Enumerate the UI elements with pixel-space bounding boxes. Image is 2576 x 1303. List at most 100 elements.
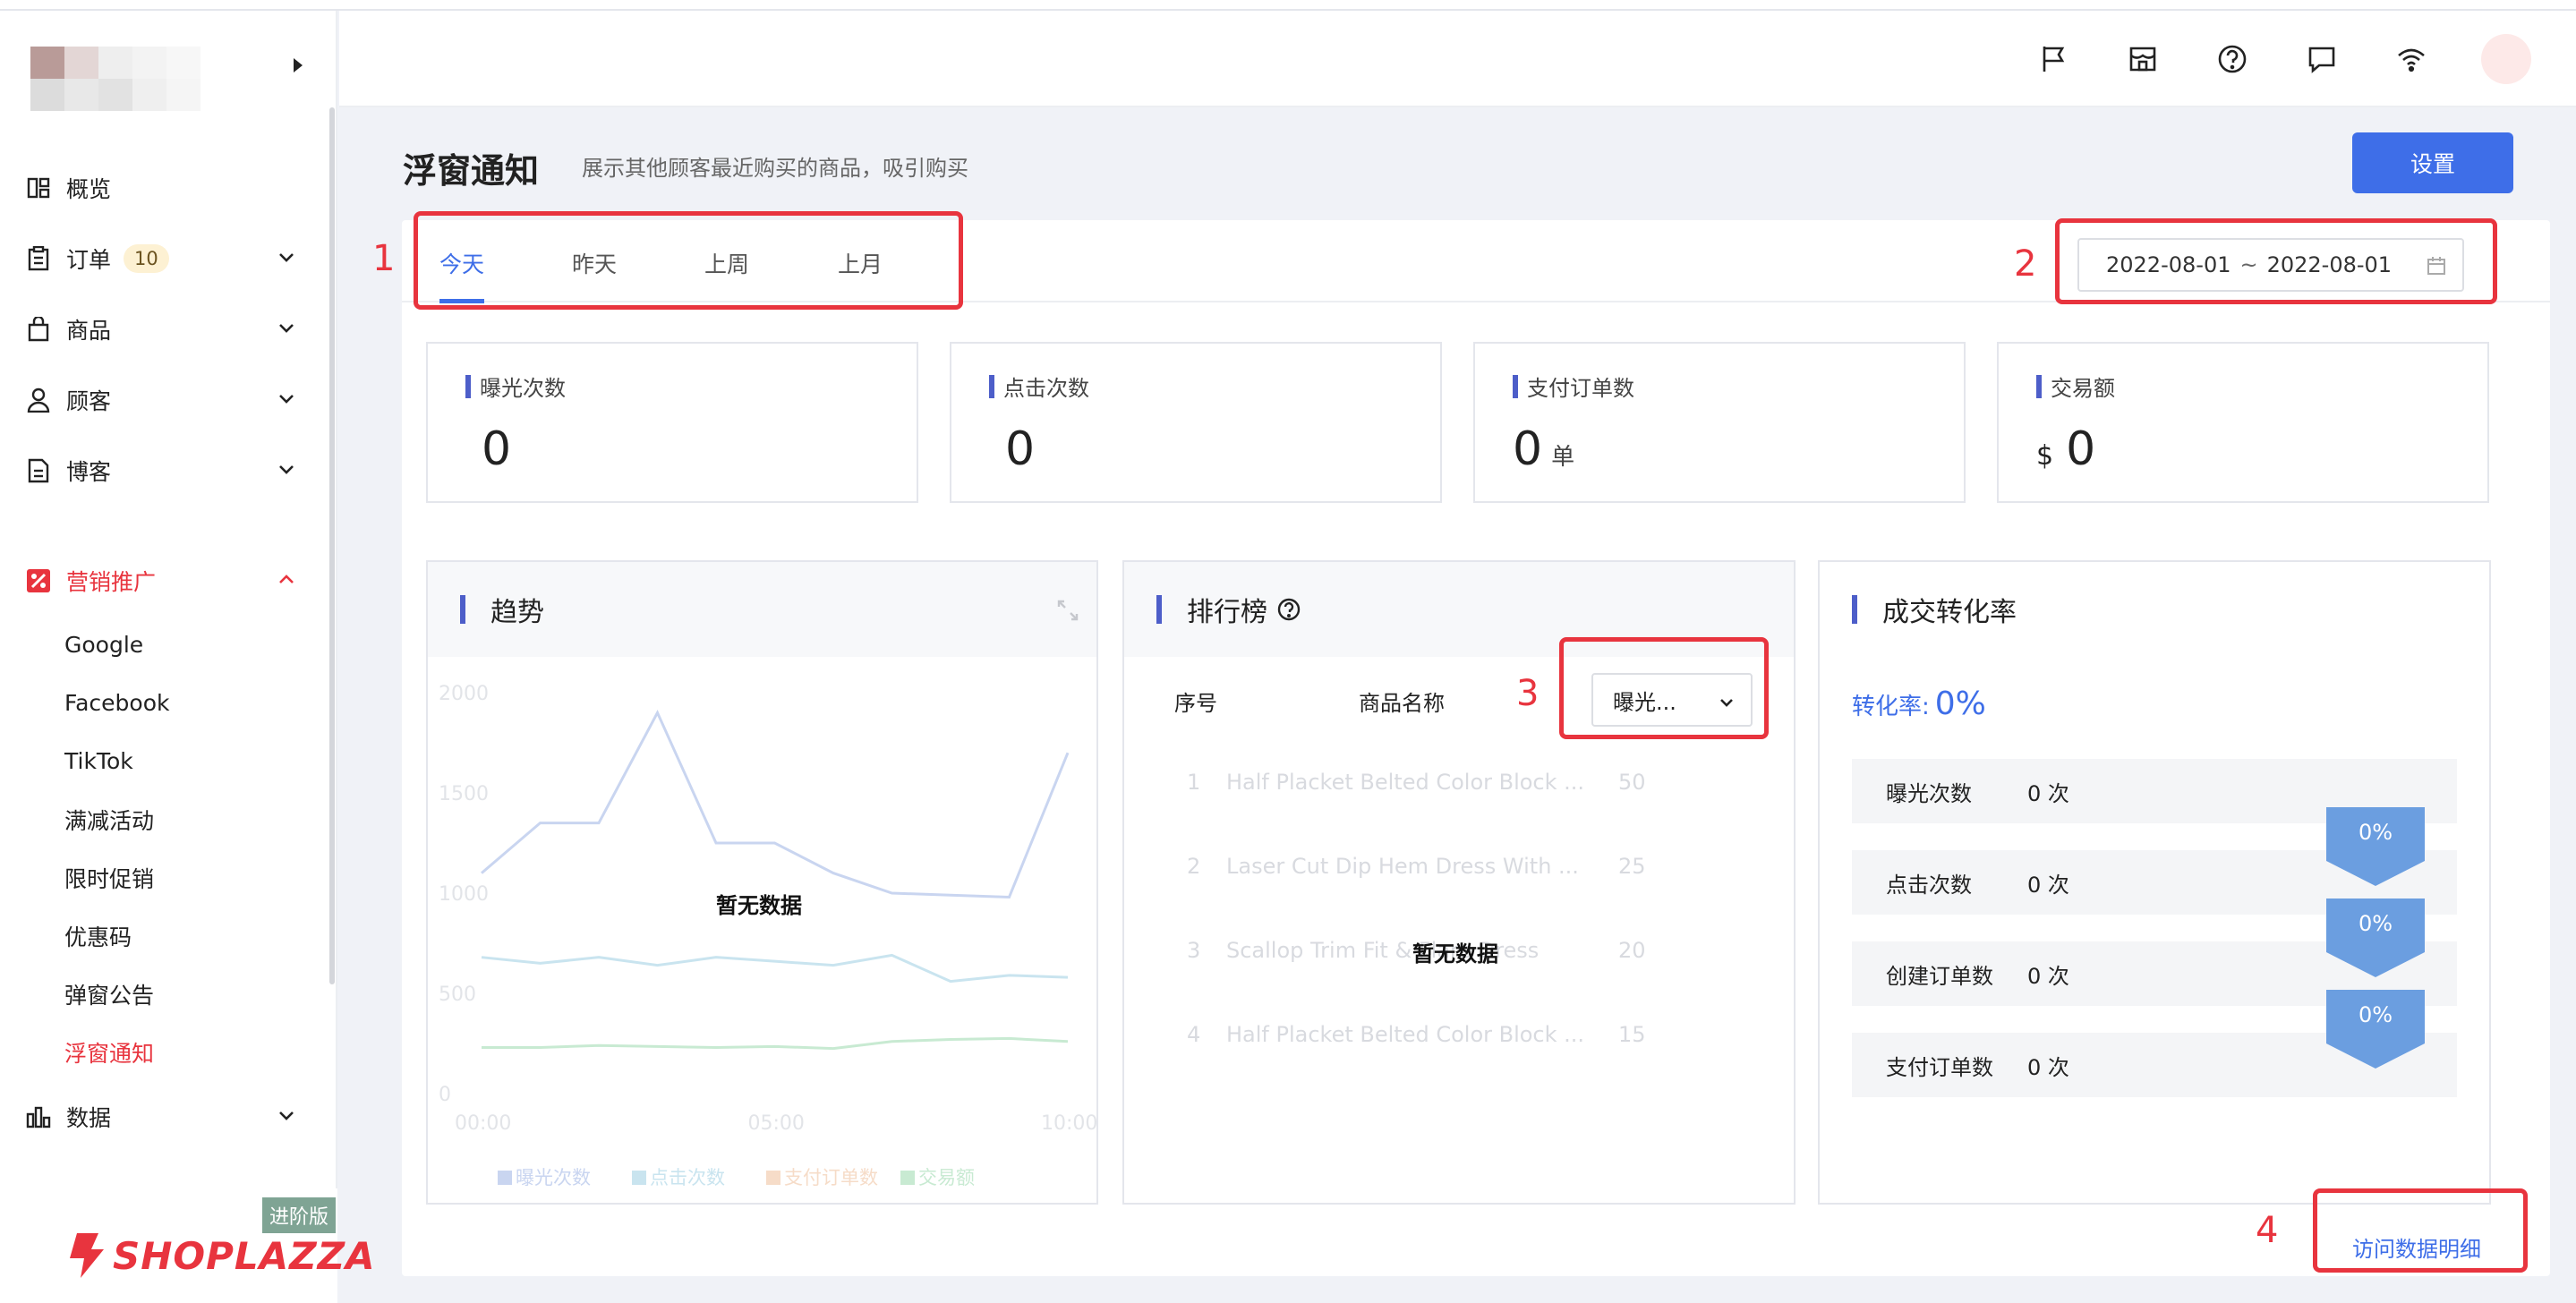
nav-divider-space [0, 506, 329, 545]
conversion-rate: 转化率: 0% [1852, 686, 1986, 722]
table-row: 1 Half Placket Belted Color Block ... 50 [1187, 770, 1646, 795]
panel-title: 趋势 [428, 562, 1096, 657]
orders-count-badge: 10 [124, 243, 169, 273]
sidebar-sub-discount-campaign[interactable]: 满减活动 [0, 790, 329, 848]
sidebar-item-overview[interactable]: 概览 [0, 152, 329, 223]
column-header-index: 序号 [1174, 691, 1217, 716]
flag-icon[interactable] [2037, 43, 2069, 75]
sidebar-sub-facebook[interactable]: Facebook [0, 674, 329, 732]
top-header [339, 11, 2576, 107]
stat-label: 支付订单数 [1513, 370, 1634, 402]
stat-card-revenue: 交易额 $0 [1997, 342, 2489, 503]
brand-name: SHOPLAZZA [113, 1233, 376, 1278]
funnel-arrow: 0% [2326, 898, 2425, 977]
settings-button[interactable]: 设置 [2352, 132, 2513, 193]
marketing-icon [25, 567, 52, 594]
sidebar-item-orders[interactable]: 订单 10 [0, 223, 329, 294]
sidebar-sub-flash-sale[interactable]: 限时促销 [0, 848, 329, 907]
sidebar-item-products[interactable]: 商品 [0, 294, 329, 364]
sidebar-item-label: 概览 [66, 175, 112, 202]
brand-logo: SHOPLAZZA [64, 1231, 376, 1280]
annotation-box-1 [414, 211, 963, 310]
help-icon[interactable] [1276, 597, 1301, 622]
expand-icon[interactable] [1055, 598, 1080, 623]
user-avatar[interactable] [2481, 34, 2531, 84]
sidebar-item-label: 营销推广 [66, 568, 157, 595]
table-row: 2 Laser Cut Dip Hem Dress With ... 25 [1187, 854, 1646, 879]
page-title: 浮窗通知 [403, 151, 540, 191]
stat-label: 交易额 [2036, 370, 2115, 402]
product-icon [25, 316, 52, 343]
legend-swatch [900, 1171, 915, 1185]
store-switch-arrow-icon[interactable] [290, 55, 306, 75]
annotation-box-3 [1559, 637, 1769, 739]
stat-value: 0单 [1513, 422, 1575, 476]
store-icon[interactable] [2127, 43, 2159, 75]
chevron-down-icon[interactable] [276, 318, 297, 339]
stat-card-exposures: 曝光次数 0 [426, 342, 918, 503]
chevron-down-icon[interactable] [276, 1105, 297, 1127]
x-tick-label: 05:00 [748, 1112, 805, 1135]
sidebar-sub-popup-notice[interactable]: 弹窗公告 [0, 965, 329, 1023]
sidebar-nav: 概览 订单 10 商品 顾客 博客 营销推广 Google Facebook T… [0, 152, 329, 1152]
annotation-number-1: 1 [372, 238, 396, 279]
sidebar: 概览 订单 10 商品 顾客 博客 营销推广 Google Facebook T… [0, 11, 375, 1303]
stat-unit: 单 [1551, 444, 1575, 471]
blog-icon [25, 457, 52, 484]
sidebar-sub-tiktok[interactable]: TikTok [0, 732, 329, 790]
chevron-down-icon[interactable] [276, 388, 297, 410]
message-icon[interactable] [2306, 43, 2338, 75]
main-card: 今天 昨天 上周 上月 2022-08-01 ~ 2022-08-01 曝光次数… [402, 220, 2550, 1276]
sidebar-item-label: 顾客 [66, 387, 112, 414]
chevron-down-icon[interactable] [276, 459, 297, 481]
wifi-icon[interactable] [2395, 43, 2427, 75]
legend-label: 曝光次数 [516, 1167, 591, 1188]
stat-label: 点击次数 [989, 370, 1089, 402]
sidebar-item-label: 博客 [66, 458, 112, 485]
x-tick-label: 00:00 [455, 1112, 511, 1135]
stat-value: $0 [2036, 422, 2096, 476]
legend-swatch [632, 1171, 646, 1185]
sidebar-item-blog[interactable]: 博客 [0, 435, 329, 506]
chevron-down-icon[interactable] [276, 247, 297, 268]
stat-label: 曝光次数 [465, 370, 566, 402]
conversion-panel: 成交转化率 转化率: 0% 曝光次数 0 次 点击次数 0 次 创建订单数 0 次 支付… [1818, 560, 2491, 1205]
annotation-number-4: 4 [2256, 1210, 2279, 1251]
series-line [481, 709, 1070, 899]
trend-chart: 2000 1500 1000 500 000:00 05:00 10:00 曝光次数 点击次数 支… [439, 683, 1096, 1188]
sidebar-item-customers[interactable]: 顾客 [0, 364, 329, 435]
annotation-box-2 [2055, 218, 2497, 304]
stat-card-clicks: 点击次数 0 [950, 342, 1442, 503]
y-tick-label: 500 [439, 984, 476, 1006]
no-data-text: 暂无数据 [716, 893, 802, 918]
sidebar-sub-google[interactable]: Google [0, 616, 329, 674]
store-logo[interactable] [14, 29, 218, 115]
data-chart-icon [25, 1103, 52, 1130]
column-header-product: 商品名称 [1359, 691, 1445, 716]
x-tick-label: 10:00 [1041, 1112, 1096, 1135]
chevron-up-icon[interactable] [276, 569, 297, 591]
series-line [481, 953, 1069, 984]
legend-label: 交易额 [918, 1167, 975, 1188]
trend-panel: 趋势 2000 1500 1000 500 0 00:00 05:00 10:00 曝光次数 点击… [426, 560, 1098, 1205]
conversion-rate-value: 0% [1934, 686, 1986, 722]
help-icon[interactable] [2216, 43, 2248, 75]
panel-title: 成交转化率 [1820, 562, 2489, 657]
overview-icon [25, 175, 52, 201]
plan-area: 进阶版 SHOPLAZZA [0, 1188, 375, 1303]
y-tick-label: 0 [439, 1084, 451, 1106]
sidebar-scrollbar[interactable] [329, 107, 335, 984]
sidebar-sub-floating-notice[interactable]: 浮窗通知 [0, 1023, 329, 1081]
plan-badge: 进阶版 [261, 1197, 336, 1233]
funnel-arrow: 0% [2326, 990, 2425, 1069]
sidebar-item-data[interactable]: 数据 [0, 1081, 329, 1152]
sidebar-item-marketing[interactable]: 营销推广 [0, 545, 329, 616]
legend-label: 点击次数 [650, 1167, 725, 1188]
annotation-number-3: 3 [1516, 673, 1540, 714]
sidebar-sub-coupon-code[interactable]: 优惠码 [0, 907, 329, 965]
stat-card-paid-orders: 支付订单数 0单 [1473, 342, 1966, 503]
series-line [482, 1036, 1069, 1051]
stat-value: 0 [482, 422, 512, 476]
y-tick-label: 1000 [439, 883, 489, 906]
table-row: 4 Half Placket Belted Color Block ... 15 [1187, 1022, 1646, 1047]
